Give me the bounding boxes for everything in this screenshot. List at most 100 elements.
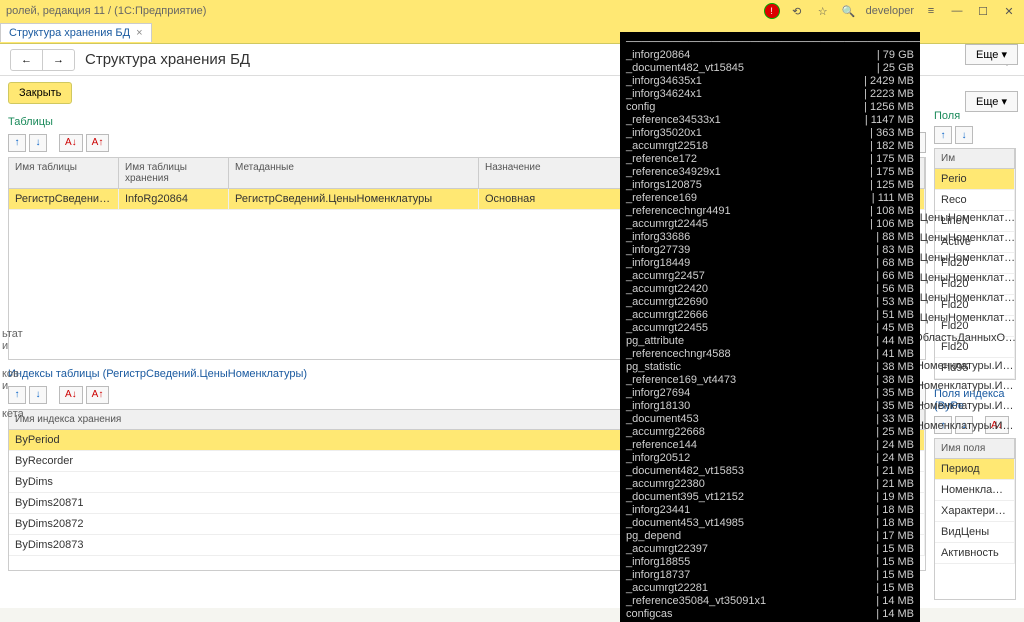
close-button[interactable]: Закрыть [8,82,72,104]
page-title: Структура хранения БД [85,51,250,68]
down-icon[interactable]: ↓ [29,386,47,404]
tab-close-icon[interactable]: × [136,27,142,39]
up-icon[interactable]: ↑ [8,134,26,152]
col-metadata[interactable]: Метаданные [229,158,479,188]
cell: Характеристика [935,501,1015,521]
status-indicator-icon[interactable]: ! [764,3,780,19]
terminal-row: _reference34929x1| 175 MB [626,166,914,179]
terminal-row: _reference34533x1| 1147 MB [626,114,914,127]
col-ifname[interactable]: Имя поля [935,439,1015,458]
history-icon[interactable]: ⟲ [788,2,806,20]
terminal-row: _accumrgt22455| 45 MB [626,322,914,335]
sort-desc-icon[interactable]: A↑ [86,134,110,152]
terminal-row: _accumrg22380| 21 MB [626,478,914,491]
terminal-row: _accumrg22457| 66 MB [626,270,914,283]
terminal-row: pg_depend| 17 MB [626,530,914,543]
sort-desc-icon[interactable]: A↑ [86,386,110,404]
user-label: developer [866,5,914,17]
terminal-row: _inforg35020x1| 363 MB [626,127,914,140]
terminal-row: pg_statistic| 38 MB [626,361,914,374]
terminal-row: _document482_vt15845| 25 GB [626,62,914,75]
terminal-row: configcas| 14 MB [626,608,914,621]
terminal-row: _reference172| 175 MB [626,153,914,166]
indexfields-grid: Имя поля ПериодНоменклатураХарактеристик… [934,438,1016,600]
terminal-row: _accumrgt22518| 182 MB [626,140,914,153]
up-icon[interactable]: ↑ [934,126,952,144]
terminal-row: _document482_vt15853| 21 MB [626,465,914,478]
table-row[interactable]: Период [935,459,1015,480]
terminal-row: _reference144| 24 MB [626,439,914,452]
menu-icon[interactable]: ≡ [922,2,940,20]
tab-structure[interactable]: Структура хранения БД × [0,23,152,42]
table-row[interactable]: Perio [935,169,1015,190]
star-icon[interactable]: ☆ [814,2,832,20]
cell: Период [935,459,1015,479]
terminal-row: _accumrgt22281| 15 MB [626,582,914,595]
terminal-row: _inforg34624x1| 2223 MB [626,88,914,101]
strip-text: ьтат и [0,320,30,360]
terminal-row: _inforg27694| 35 MB [626,387,914,400]
terminal-row: _inforg33686| 88 MB [626,231,914,244]
terminal-row: _document453| 33 MB [626,413,914,426]
more-button-fields[interactable]: Еще ▾ [965,91,1018,112]
table-row[interactable]: Номенклатура [935,480,1015,501]
terminal-row: _accumrgt22397| 15 MB [626,543,914,556]
terminal-row: _inforg23441| 18 MB [626,504,914,517]
terminal-row: _reference35084_vt35091x1| 14 MB [626,595,914,608]
terminal-overlay: ────────────────────────────────────────… [620,32,920,622]
sort-asc-icon[interactable]: A↓ [59,386,83,404]
close-icon[interactable]: ✕ [1000,2,1018,20]
terminal-row: _inforg18855| 15 MB [626,556,914,569]
right-more-group: Еще ▾ Еще ▾ [965,44,1018,112]
cell: InfoRg20864 [119,189,229,209]
indexfields-header: Имя поля [935,439,1015,459]
cell: ВидЦены [935,522,1015,542]
terminal-row: _inforg18737| 15 MB [626,569,914,582]
fields-toolbar: ↑ ↓ [934,126,1016,144]
table-row[interactable]: Активность [935,543,1015,564]
table-row[interactable]: Характеристика [935,501,1015,522]
terminal-row: _accumrgt22445| 106 MB [626,218,914,231]
cell: Номенклатура [935,480,1015,500]
terminal-row: _referencechngr4588| 41 MB [626,348,914,361]
col-fieldname[interactable]: Им [935,149,1015,168]
terminal-row: config| 1256 MB [626,101,914,114]
left-strip: ьтат иков икета [0,320,30,428]
terminal-row: _referencechngr4491| 108 MB [626,205,914,218]
table-row[interactable]: ВидЦены [935,522,1015,543]
terminal-row: _inforg18449| 68 MB [626,257,914,270]
tab-label: Структура хранения БД [9,27,130,39]
maximize-icon[interactable]: ☐ [974,2,992,20]
nav-arrows: ← → [10,49,75,71]
down-icon[interactable]: ↓ [955,126,973,144]
col-tablename[interactable]: Имя таблицы [9,158,119,188]
title-bar: ролей, редакция 11 / (1С:Предприятие) ! … [0,0,1024,22]
terminal-row: pg_attribute| 44 MB [626,335,914,348]
search-icon[interactable]: 🔍 [840,2,858,20]
col-storagename[interactable]: Имя таблицы хранения [119,158,229,188]
minimize-icon[interactable]: — [948,2,966,20]
indexfields-body: ПериодНоменклатураХарактеристикаВидЦеныА… [935,459,1015,599]
table-row[interactable]: Reco [935,190,1015,211]
terminal-row: _accumrgt22666| 51 MB [626,309,914,322]
terminal-row: _inforg34635x1| 2429 MB [626,75,914,88]
terminal-row: _accumrgt22420| 56 MB [626,283,914,296]
cell: Perio [935,169,1015,189]
terminal-row: _inforg18130| 35 MB [626,400,914,413]
titlebar-right: ! ⟲ ☆ 🔍 developer ≡ — ☐ ✕ [764,2,1018,20]
nav-back[interactable]: ← [11,50,43,70]
terminal-row: _inforg20512| 24 MB [626,452,914,465]
cell: Активность [935,543,1015,563]
cell: РегистрСведений.Цены… [9,189,119,209]
nav-forward[interactable]: → [43,50,74,70]
terminal-row: _document395_vt12152| 19 MB [626,491,914,504]
terminal-row: _reference169_vt4473| 38 MB [626,374,914,387]
strip-text: кета [0,400,30,428]
more-button-top[interactable]: Еще ▾ [965,44,1018,65]
down-icon[interactable]: ↓ [29,134,47,152]
terminal-row: _inforg27739| 83 MB [626,244,914,257]
app-title: ролей, редакция 11 / (1С:Предприятие) [6,5,206,17]
sort-asc-icon[interactable]: A↓ [59,134,83,152]
terminal-row: _accumrgt22690| 53 MB [626,296,914,309]
terminal-row: _inforg20864| 79 GB [626,49,914,62]
